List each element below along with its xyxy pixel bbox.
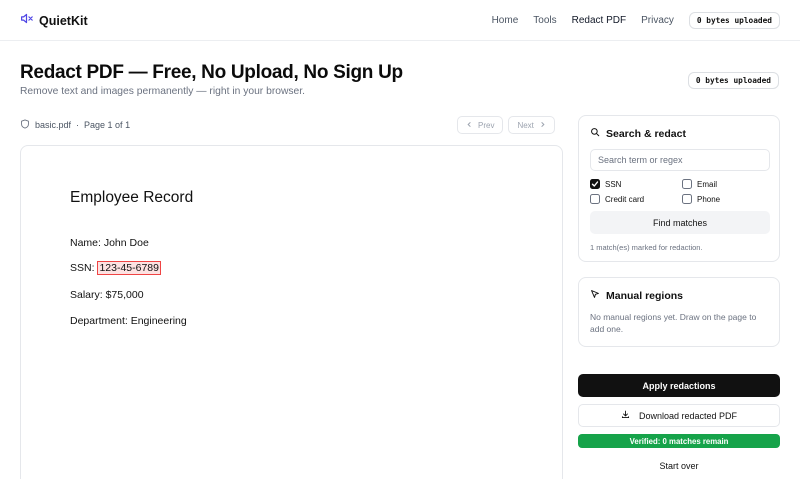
search-icon	[590, 127, 600, 140]
next-page-button[interactable]: Next	[508, 116, 555, 134]
credit-card-checkbox-label: Credit card	[605, 194, 645, 204]
manual-regions-empty-text: No manual regions yet. Draw on the page …	[590, 312, 757, 334]
match-status-text: 1 match(es) marked for redaction.	[590, 243, 703, 252]
phone-checkbox[interactable]: Phone	[682, 194, 720, 204]
main-nav: Home Tools Redact PDF Privacy 0 bytes up…	[492, 12, 780, 29]
nav-tools[interactable]: Tools	[533, 13, 556, 29]
ssn-label: SSN:	[70, 262, 98, 274]
checkbox-checked-icon	[590, 179, 600, 189]
checkbox-empty-icon	[590, 194, 600, 204]
cursor-pointer-icon	[590, 289, 600, 302]
search-redact-panel: Search & redact SSN Email Credit card Ph…	[578, 115, 780, 262]
nav-home[interactable]: Home	[492, 13, 519, 29]
pagination: Prev Next	[457, 116, 555, 134]
document-heading: Employee Record	[70, 189, 194, 206]
phone-checkbox-label: Phone	[697, 194, 721, 204]
ssn-checkbox[interactable]: SSN	[590, 179, 621, 189]
redaction-match-highlight[interactable]: 123-45-6789	[97, 261, 161, 275]
checkbox-empty-icon	[682, 194, 692, 204]
upload-counter-badge-secondary: 0 bytes uploaded	[687, 72, 779, 89]
document-name-line: Name: John Doe	[70, 237, 149, 249]
search-input[interactable]	[590, 149, 770, 171]
page-indicator: Page 1 of 1	[84, 120, 131, 130]
chevron-right-icon	[539, 121, 546, 130]
brand-logo[interactable]: QuietKit	[20, 12, 88, 30]
upload-counter-badge: 0 bytes uploaded	[688, 12, 780, 29]
page-subtitle: Remove text and images permanently — rig…	[20, 86, 306, 97]
ssn-checkbox-label: SSN	[605, 179, 622, 189]
file-info: basic.pdf · Page 1 of 1	[20, 119, 130, 131]
brand-name: QuietKit	[39, 14, 88, 28]
checkbox-empty-icon	[682, 179, 692, 189]
nav-redact-pdf[interactable]: Redact PDF	[572, 13, 626, 29]
email-checkbox-label: Email	[697, 179, 718, 189]
prev-page-label: Prev	[478, 120, 495, 130]
manual-regions-panel: Manual regions No manual regions yet. Dr…	[578, 277, 780, 347]
top-bar: QuietKit Home Tools Redact PDF Privacy 0…	[0, 0, 800, 41]
download-redacted-pdf-button[interactable]: Download redacted PDF	[578, 404, 780, 427]
document-department-line: Department: Engineering	[70, 315, 187, 327]
file-name: basic.pdf	[35, 120, 72, 130]
download-button-label: Download redacted PDF	[638, 410, 738, 421]
prev-page-button[interactable]: Prev	[457, 116, 504, 134]
manual-panel-title-text: Manual regions	[606, 289, 684, 302]
document-ssn-line: SSN: 123-45-6789	[70, 261, 161, 275]
search-panel-title-text: Search & redact	[606, 127, 686, 140]
pdf-page-canvas[interactable]: Employee Record Name: John Doe SSN: 123-…	[20, 145, 563, 479]
email-checkbox[interactable]: Email	[682, 179, 717, 189]
download-icon	[621, 410, 630, 421]
chevron-left-icon	[466, 121, 473, 130]
speaker-muted-icon	[20, 12, 33, 30]
next-page-label: Next	[517, 120, 534, 130]
start-over-button[interactable]: Start over	[578, 461, 780, 471]
search-panel-title: Search & redact	[590, 127, 686, 140]
credit-card-checkbox[interactable]: Credit card	[590, 194, 644, 204]
shield-icon	[20, 119, 30, 131]
page-title: Redact PDF — Free, No Upload, No Sign Up	[20, 62, 403, 83]
manual-panel-title: Manual regions	[590, 289, 683, 302]
verification-status-badge: Verified: 0 matches remain	[578, 434, 780, 448]
document-salary-line: Salary: $75,000	[70, 289, 144, 301]
find-matches-button[interactable]: Find matches	[590, 211, 770, 234]
nav-privacy[interactable]: Privacy	[641, 13, 674, 29]
apply-redactions-button[interactable]: Apply redactions	[578, 374, 780, 397]
separator-dot: ·	[76, 120, 80, 130]
